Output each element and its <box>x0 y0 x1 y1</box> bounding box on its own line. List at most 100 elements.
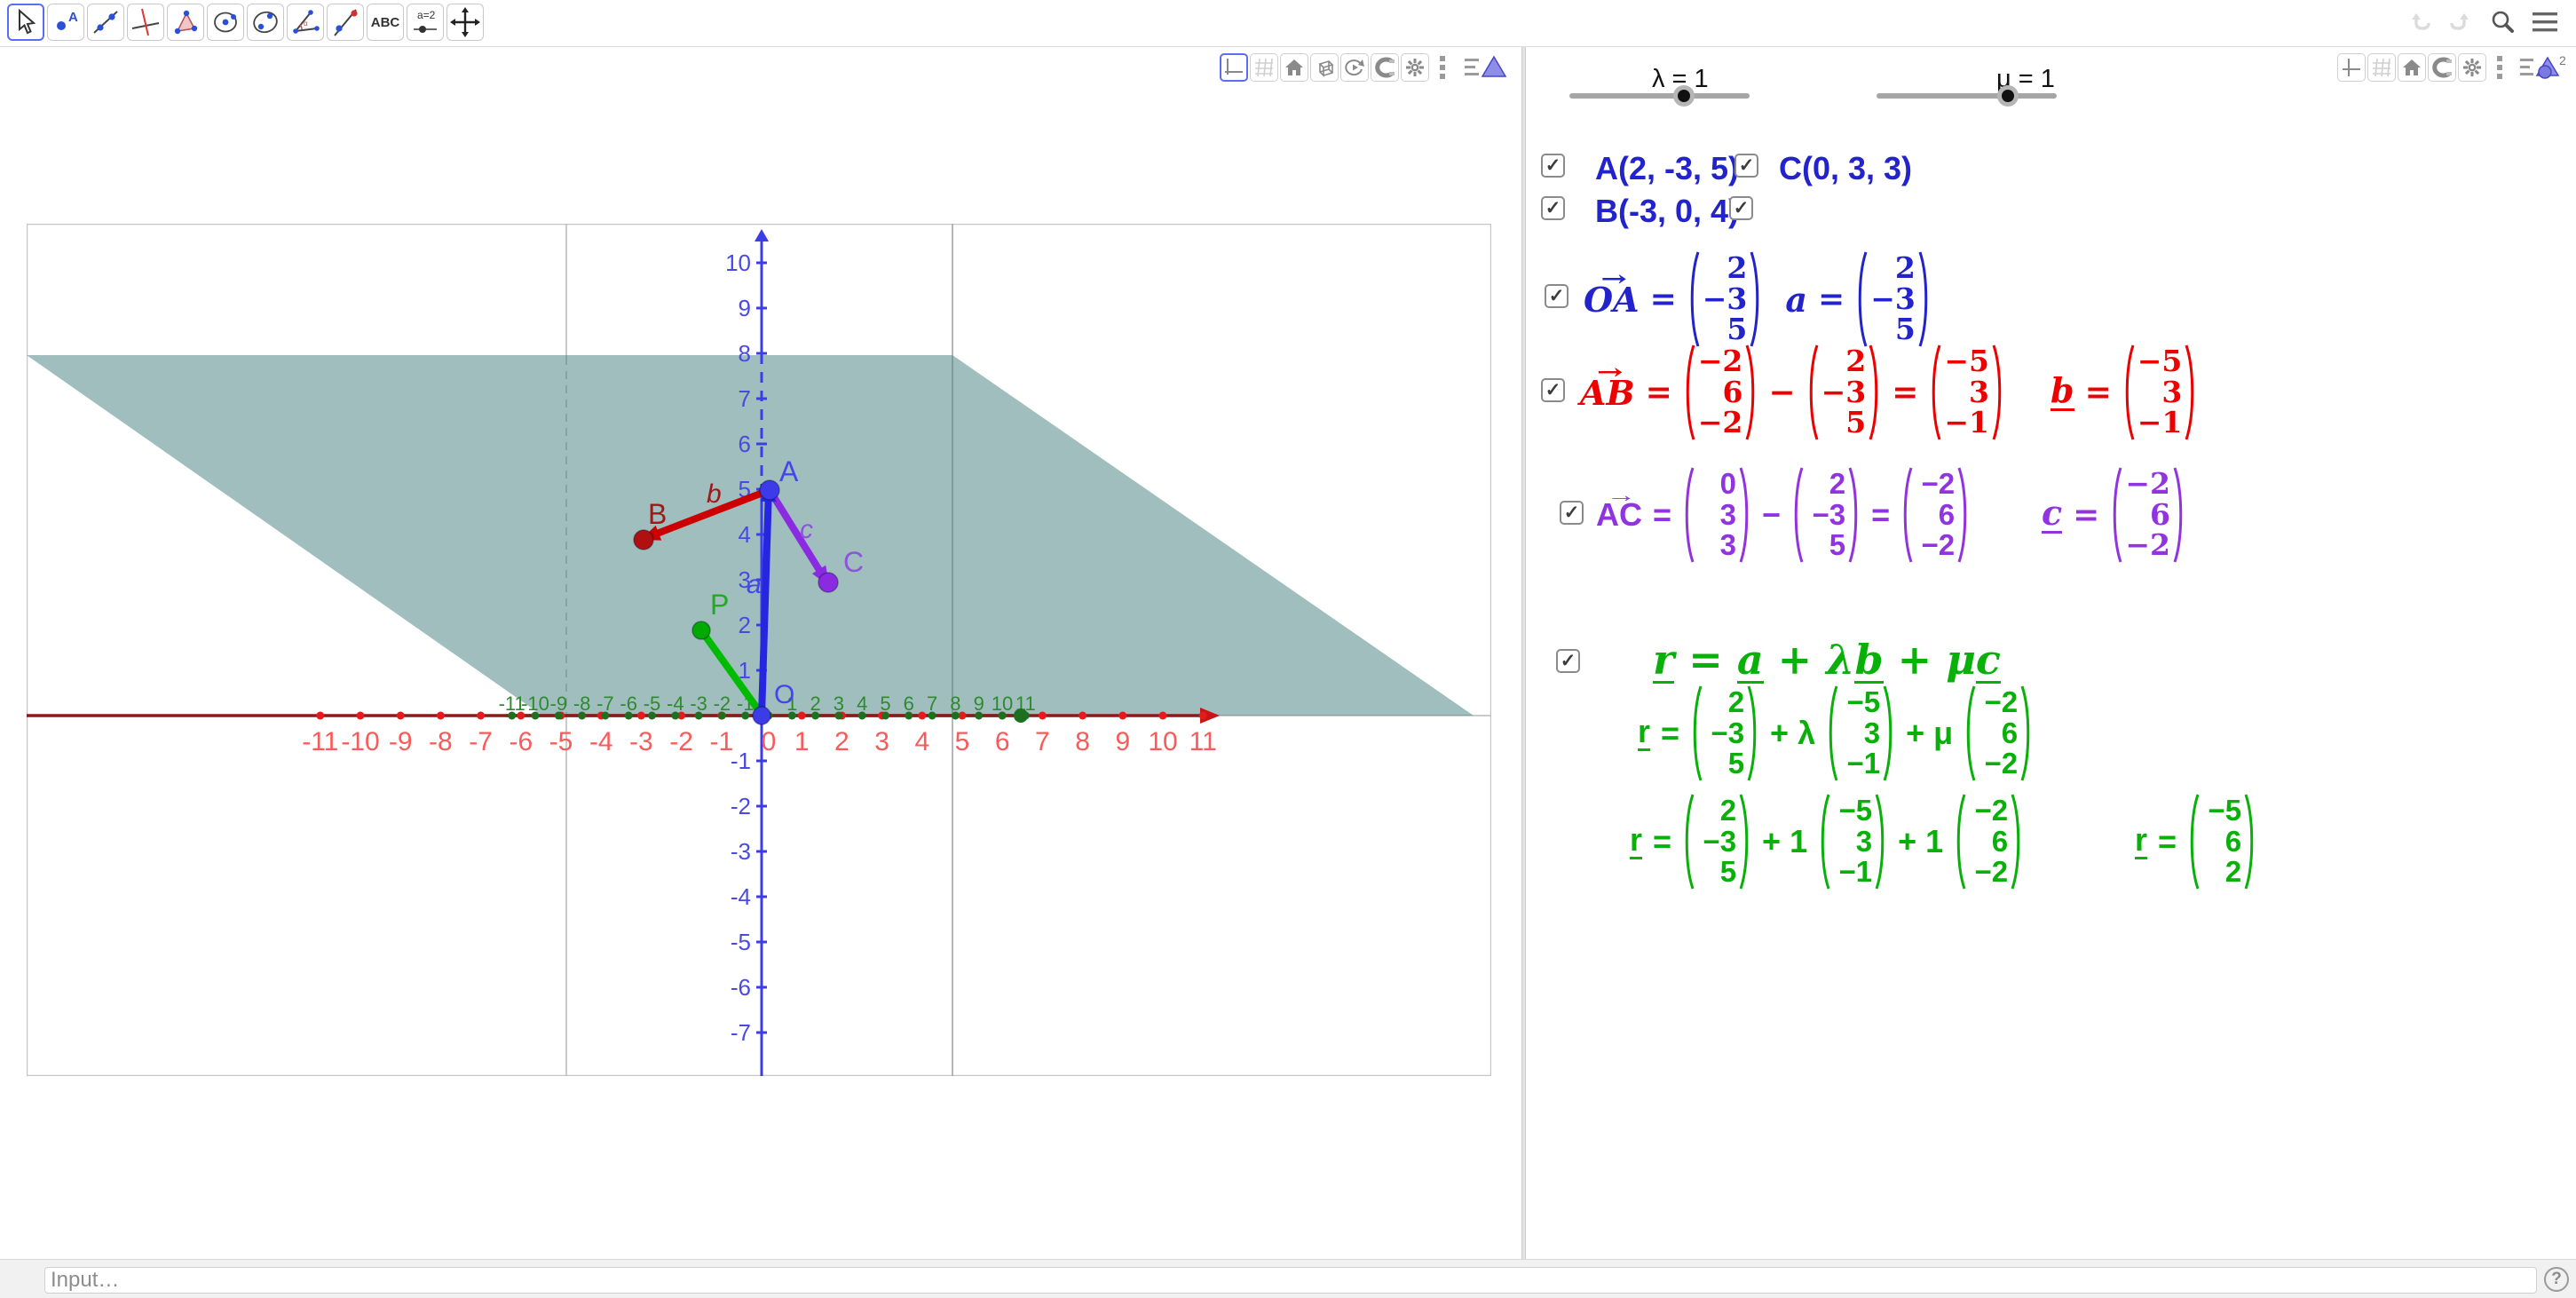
mu-slider-track[interactable] <box>1877 93 2057 99</box>
vector-ac-equation: →AC = 033 − 2−35 = −26−2 <box>1596 465 1970 565</box>
svg-text:-2: -2 <box>731 793 751 819</box>
svg-text:-6: -6 <box>620 693 637 715</box>
vector-b-definition: b = −53−1 <box>2051 343 2197 442</box>
rotate-view-button[interactable] <box>1340 53 1369 82</box>
svg-text:-6: -6 <box>731 974 751 1001</box>
panel-divider[interactable] <box>1521 47 1526 1259</box>
more-options-3d[interactable] <box>1434 53 1451 82</box>
vector-ab-equation: →AB = −26−2 − 2−35 = −53−1 <box>1580 343 2004 442</box>
lambda-slider-handle[interactable] <box>1673 85 1695 107</box>
view-3d-button[interactable] <box>1310 53 1339 82</box>
algebra-input-field[interactable]: Input… <box>44 1267 2537 1294</box>
plane-equation-general: r = 2−35 + λ −53−1 + μ −26−2 <box>1638 684 2033 783</box>
snap-button-2[interactable] <box>2428 53 2456 82</box>
settings-button-2[interactable] <box>2458 53 2486 82</box>
toggle-axes-button-2[interactable] <box>2337 53 2366 82</box>
plane-equation-result: r = −562 <box>2135 792 2256 891</box>
home-view-button-2[interactable] <box>2398 53 2426 82</box>
tool-text[interactable]: ABC <box>367 4 404 41</box>
svg-text:α: α <box>304 20 308 28</box>
svg-text:5: 5 <box>955 727 970 756</box>
svg-text:-8: -8 <box>573 693 591 715</box>
graph-label-C: C <box>843 546 864 578</box>
column-vector-r: −562 <box>2187 792 2256 891</box>
point-icon: A <box>50 6 82 38</box>
point-B-label[interactable]: B(-3, 0, 4) <box>1595 193 1739 230</box>
input-placeholder: Input… <box>51 1268 119 1293</box>
grid-icon <box>2371 57 2392 78</box>
tool-move[interactable] <box>7 4 44 41</box>
svg-text:2: 2 <box>739 612 751 638</box>
svg-text:-3: -3 <box>731 838 751 865</box>
lambda-slider-track[interactable] <box>1569 93 1750 99</box>
checkbox-point-B[interactable]: ✓ <box>1541 196 1565 220</box>
tool-conic[interactable] <box>247 4 284 41</box>
collapse-graphics2-button[interactable]: 2 <box>2518 52 2564 83</box>
graphics-2-panel: 2 λ = 1 μ = 1 ✓ A(2, -3, 5) ✓ C(0, 3, 3)… <box>1528 47 2576 1259</box>
svg-text:-3: -3 <box>690 693 707 715</box>
svg-text:-4: -4 <box>667 693 684 715</box>
graph-label-A: A <box>779 455 799 487</box>
svg-text:11: 11 <box>1189 727 1217 756</box>
svg-text:8: 8 <box>739 340 751 367</box>
undo-button[interactable] <box>2407 9 2438 36</box>
point-C-label[interactable]: C(0, 3, 3) <box>1779 150 1912 187</box>
svg-text:-10: -10 <box>341 727 379 756</box>
svg-text:10: 10 <box>1148 727 1177 756</box>
collapse-3d-view-button[interactable] <box>1463 52 1509 83</box>
checkbox-point-A2[interactable]: ✓ <box>1734 154 1758 178</box>
tool-angle[interactable]: α <box>287 4 324 41</box>
tool-perpendicular-line[interactable] <box>127 4 164 41</box>
tool-slider[interactable]: a=2 <box>407 4 444 41</box>
vector-oa-equation: →OA = 2−35 a = 2−35 <box>1584 249 1931 349</box>
tool-polygon[interactable] <box>167 4 204 41</box>
svg-text:9: 9 <box>739 295 751 321</box>
plane-equation-substituted: r = 2−35 + 1 −53−1 + 1 −26−2 <box>1630 792 2023 891</box>
svg-text:2: 2 <box>2559 53 2566 67</box>
checkbox-plane-equation[interactable]: ✓ <box>1556 649 1580 673</box>
help-button[interactable]: ? <box>2544 1267 2569 1292</box>
svg-text:1: 1 <box>794 727 810 756</box>
home-view-button[interactable] <box>1280 53 1308 82</box>
checkbox-vector-oa[interactable]: ✓ <box>1545 284 1569 308</box>
svg-text:-1: -1 <box>731 748 751 774</box>
conic-icon <box>249 6 281 38</box>
checkbox-vector-ab[interactable]: ✓ <box>1541 378 1565 402</box>
checkbox-point-B2[interactable]: ✓ <box>1729 196 1753 220</box>
search-button[interactable] <box>2487 9 2517 36</box>
undo-icon <box>2409 11 2436 34</box>
toggle-grid-button[interactable] <box>1250 53 1278 82</box>
graphics-3d-canvas[interactable]: -7-6-5-4-3-2-112345678910-11-10-9-8-7-6-… <box>27 224 1491 1076</box>
tool-line[interactable] <box>87 4 124 41</box>
snap-button-3d[interactable] <box>1371 53 1399 82</box>
checkbox-point-A[interactable]: ✓ <box>1541 154 1565 178</box>
point-A-label[interactable]: A(2, -3, 5) <box>1595 150 1739 187</box>
svg-text:-2: -2 <box>714 693 731 715</box>
home-icon <box>1284 57 1305 78</box>
svg-text:3: 3 <box>834 693 844 715</box>
point-A <box>760 480 779 500</box>
more-options-2[interactable] <box>2491 53 2509 82</box>
settings-button-3d[interactable] <box>1401 53 1429 82</box>
svg-text:7: 7 <box>927 693 937 715</box>
tool-circle[interactable] <box>207 4 244 41</box>
column-vector-oa: 2−35 <box>1687 249 1763 349</box>
column-vector-c: −26−2 <box>2110 465 2185 565</box>
svg-text:8: 8 <box>1075 727 1090 756</box>
question-mark-icon: ? <box>2551 1270 2562 1289</box>
svg-text:3: 3 <box>874 727 889 756</box>
tool-point[interactable]: A <box>47 4 84 41</box>
checkbox-vector-ac[interactable]: ✓ <box>1560 501 1584 525</box>
mu-slider-handle[interactable] <box>1997 85 2019 107</box>
input-bar: Input… ? <box>0 1259 2576 1298</box>
tool-move-graphics[interactable] <box>446 4 484 41</box>
svg-text:2: 2 <box>834 727 849 756</box>
redo-button[interactable] <box>2443 9 2473 36</box>
toggle-grid-button-2[interactable] <box>2367 53 2396 82</box>
toggle-axes-button[interactable] <box>1220 53 1248 82</box>
svg-text:7: 7 <box>739 385 751 412</box>
main-menu-button[interactable] <box>2530 9 2560 36</box>
angle-icon: α <box>289 6 321 38</box>
cursor-icon <box>10 6 42 38</box>
tool-reflect[interactable] <box>327 4 364 41</box>
